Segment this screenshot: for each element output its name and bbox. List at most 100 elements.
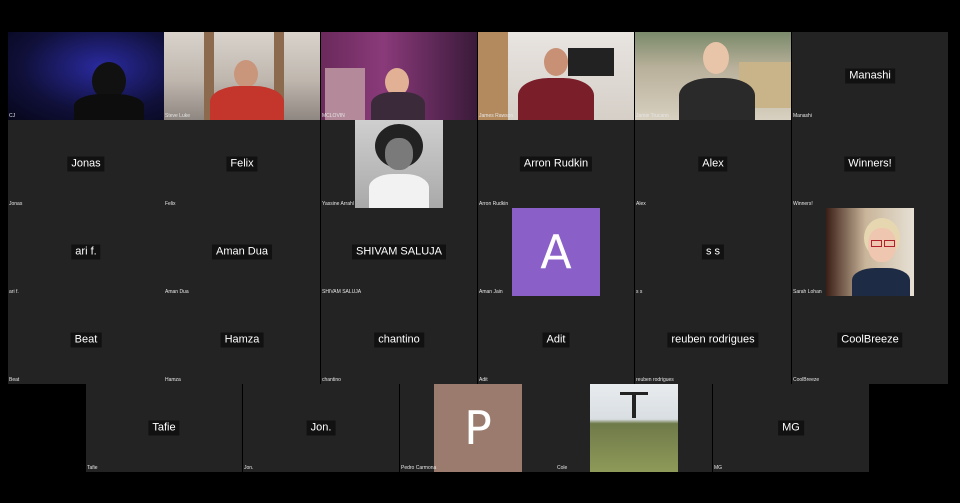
avatar: A (512, 208, 600, 296)
participant-display-name: Jonas (67, 156, 105, 172)
participant-name-label: James Rawson (479, 113, 514, 119)
participant-tile[interactable]: MG MG (713, 384, 869, 472)
participant-display-name: ari f. (71, 244, 101, 260)
participant-display-name: Arron Rudkin (519, 156, 593, 172)
participant-tile[interactable]: Manashi Manashi (792, 32, 948, 120)
participant-display-name: Beat (70, 332, 102, 348)
participant-tile[interactable]: A Aman Jain (478, 208, 634, 296)
participant-name-label: reuben rodrigues (636, 377, 674, 383)
participant-name-label: CJ (9, 113, 16, 119)
photo-arms (620, 392, 648, 395)
participant-display-name: Jon. (306, 420, 336, 436)
participant-name-label: CoolBreeze (793, 377, 820, 383)
person-body (518, 78, 594, 120)
participant-name-label: Tafie (87, 465, 98, 471)
participant-name-label: MCLOVIN (322, 113, 345, 119)
participant-name-label: Aman Jain (479, 289, 503, 295)
participant-display-name: Felix (226, 156, 258, 172)
participant-tile[interactable]: Steve Luke (164, 32, 320, 120)
profile-photo (826, 208, 914, 296)
participant-name-label: Jon. (244, 465, 254, 471)
participant-name-label: Jonas (9, 201, 23, 207)
person-body (74, 94, 144, 120)
video-feed (478, 32, 634, 120)
participant-tile[interactable]: Felix Felix (164, 120, 320, 208)
person-body (371, 92, 425, 120)
photo-face (385, 138, 413, 170)
participant-tile[interactable]: Hamza Hamza (164, 296, 320, 384)
participant-tile[interactable]: Alex Alex (635, 120, 791, 208)
gallery-view: CJ Steve Luke MCLOVIN James Rawson Jamie Tru… (0, 0, 960, 503)
video-feed (8, 32, 164, 120)
participant-display-name: Alex (698, 156, 728, 172)
participant-tile[interactable]: Tafie Tafie (86, 384, 242, 472)
participant-name-label: Adit (479, 377, 488, 383)
participant-name-label: Beat (9, 377, 20, 383)
participant-name-label: Aman Dua (165, 289, 189, 295)
participant-name-label: Steve Luke (165, 113, 191, 119)
participant-display-name: chantino (374, 332, 424, 348)
person-head (703, 42, 729, 74)
participant-tile[interactable]: P Pedro Carmona (400, 384, 556, 472)
participant-tile[interactable]: Winners! Winners! (792, 120, 948, 208)
participant-name-label: Hamza (165, 377, 181, 383)
participant-tile[interactable]: ari f. ari f. (8, 208, 164, 296)
avatar-initial: A (540, 225, 572, 279)
participant-tile[interactable]: Cole (556, 384, 712, 472)
participant-tile[interactable]: CoolBreeze CoolBreeze (792, 296, 948, 384)
participant-tile[interactable]: Arron Rudkin Arron Rudkin (478, 120, 634, 208)
participant-display-name: Winners! (844, 156, 896, 172)
participant-name-label: ari f. (9, 289, 19, 295)
participant-name-label: Jamie Trucano (636, 113, 669, 119)
participant-tile[interactable]: chantino chantino (321, 296, 477, 384)
participant-tile[interactable]: Aman Dua Aman Dua (164, 208, 320, 296)
shelf (478, 32, 508, 120)
person-body (210, 86, 284, 120)
person-body (679, 78, 755, 120)
participant-tile[interactable]: Beat Beat (8, 296, 164, 384)
participant-name-label: SHIVAM SALUJA (322, 289, 362, 295)
avatar-initial: P (464, 401, 492, 455)
participant-tile[interactable]: Yassine Arrahl (321, 120, 477, 208)
participant-display-name: s s (701, 244, 725, 260)
participant-name-label: Manashi (793, 113, 812, 119)
participant-tile[interactable]: Jonas Jonas (8, 120, 164, 208)
avatar: P (434, 384, 522, 472)
participant-name-label: MG (714, 465, 723, 471)
participant-display-name: Aman Dua (212, 244, 272, 260)
participant-name-label: Arron Rudkin (479, 201, 509, 207)
participant-display-name: CoolBreeze (837, 332, 903, 348)
photo-glasses (871, 240, 882, 247)
participant-tile[interactable]: SHIVAM SALUJA SHIVAM SALUJA (321, 208, 477, 296)
photo-shirt (852, 268, 910, 296)
participant-tile[interactable]: James Rawson (478, 32, 634, 120)
participant-display-name: Adit (542, 332, 570, 348)
participant-tile[interactable]: Jon. Jon. (243, 384, 399, 472)
participant-display-name: Tafie (148, 420, 180, 436)
participant-display-name: SHIVAM SALUJA (352, 244, 446, 260)
participant-tile[interactable]: Sarah Lohan (792, 208, 948, 296)
participant-tile[interactable]: Jamie Trucano (635, 32, 791, 120)
video-feed (321, 32, 477, 120)
participant-name-label: chantino (322, 377, 341, 383)
participant-name-label: Winners! (793, 201, 813, 207)
photo-glasses (884, 240, 895, 247)
participant-tile[interactable]: MCLOVIN (321, 32, 477, 120)
video-feed (164, 32, 320, 120)
profile-photo (355, 120, 443, 208)
participant-display-name: Manashi (845, 68, 895, 84)
photo-shirt (369, 174, 429, 208)
participant-name-label: Alex (636, 201, 646, 207)
participant-display-name: MG (778, 420, 804, 436)
participant-name-label: Pedro Carmona (401, 465, 437, 471)
person-head (544, 48, 568, 76)
participant-tile[interactable]: Adit Adit (478, 296, 634, 384)
participant-name-label: Yassine Arrahl (322, 201, 354, 207)
photo-person (632, 394, 636, 418)
participant-tile[interactable]: reuben rodrigues reuben rodrigues (635, 296, 791, 384)
participant-name-label: Sarah Lohan (793, 289, 822, 295)
participant-tile[interactable]: s s s s (635, 208, 791, 296)
participant-tile[interactable]: CJ (8, 32, 164, 120)
participant-name-label: Cole (557, 465, 568, 471)
video-feed (635, 32, 791, 120)
